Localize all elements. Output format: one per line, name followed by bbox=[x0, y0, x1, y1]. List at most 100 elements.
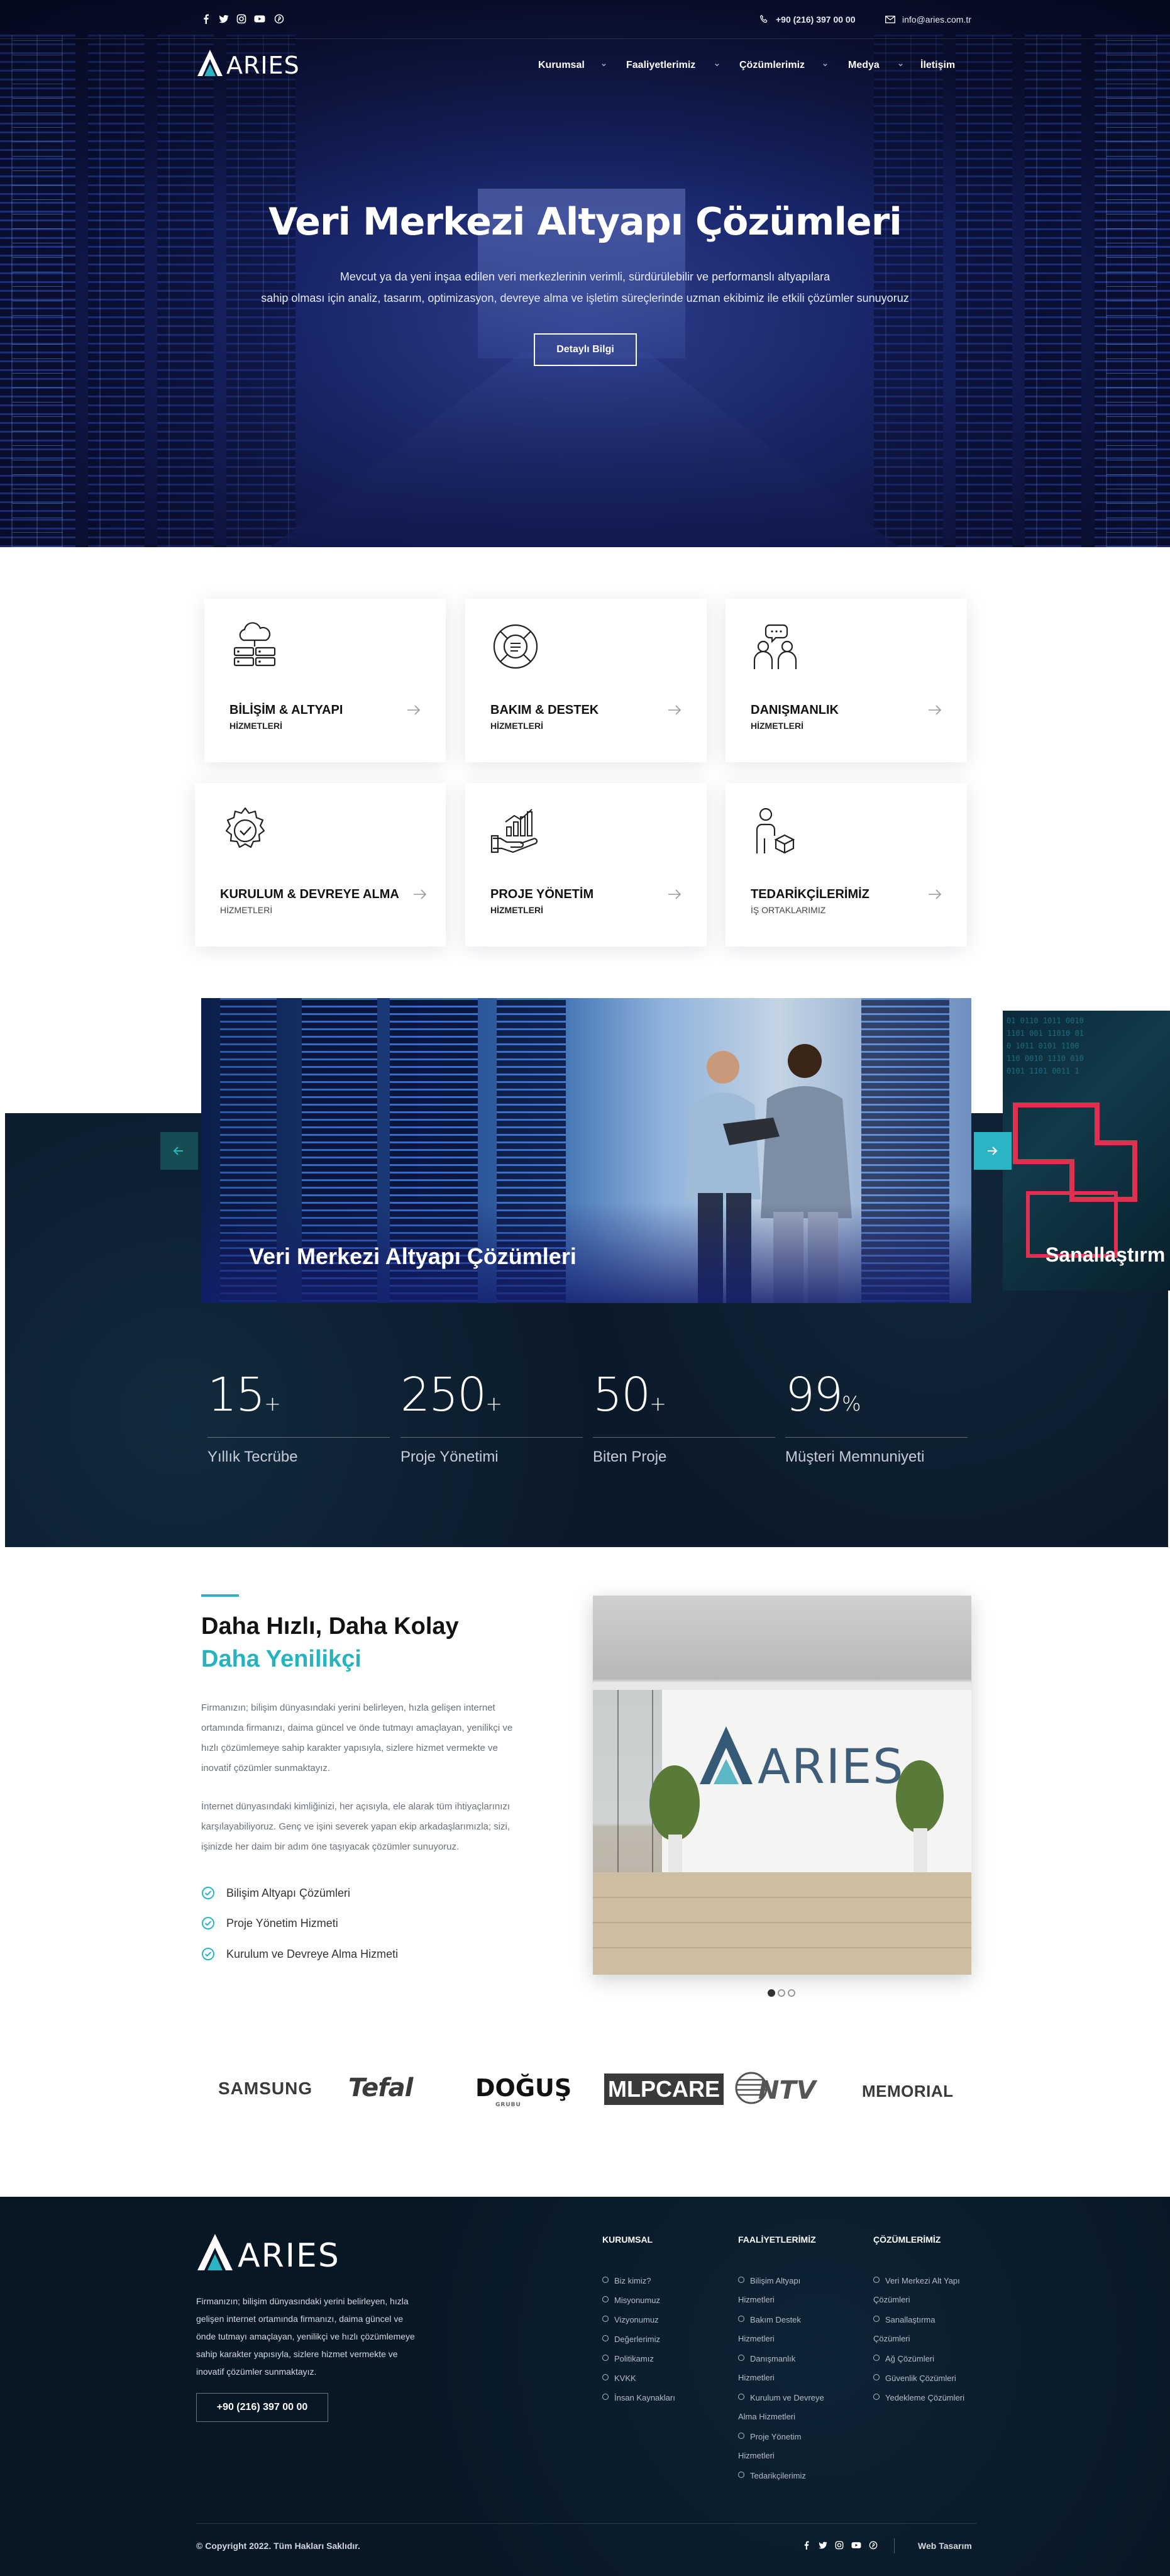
email-icon bbox=[885, 16, 895, 23]
footer-link-continued[interactable]: Çözümleri bbox=[873, 2295, 910, 2304]
chevron-down-icon bbox=[602, 64, 606, 67]
service-title: PROJE YÖNETİM bbox=[490, 887, 594, 901]
stat-label: Yıllık Tecrübe bbox=[207, 1448, 298, 1465]
arrow-right-icon bbox=[668, 705, 682, 715]
footer-link[interactable]: Sanallaştırma bbox=[873, 2310, 935, 2329]
footer-link[interactable]: Değerlerimiz bbox=[602, 2329, 660, 2349]
footer-link[interactable]: Bakım Destek bbox=[738, 2310, 801, 2329]
footer-about-text: Firmanızın; bilişim dünyasındaki yerini … bbox=[196, 2296, 415, 2377]
svg-text:1101 001 11010 01: 1101 001 11010 01 bbox=[1007, 1029, 1084, 1038]
brand-logo-dogus: DOĞUŞ GRUBU bbox=[475, 2074, 572, 2108]
slider-slide-next[interactable]: 01 0110 1011 0010 1101 001 11010 01 0 1011… bbox=[1003, 1011, 1170, 1291]
footer-link[interactable]: Misyonumuz bbox=[602, 2290, 660, 2310]
nav-medya[interactable]: Medya bbox=[848, 60, 880, 71]
footer-link[interactable]: Proje Yönetim bbox=[738, 2427, 801, 2446]
footer-link[interactable]: Tedarikçilerimiz bbox=[738, 2466, 806, 2485]
slider-next-button[interactable] bbox=[974, 1132, 1012, 1170]
service-subtitle: İŞ ORTAKLARIMIZ bbox=[751, 905, 826, 915]
hero-detail-button[interactable]: Detaylı Bilgi bbox=[534, 333, 637, 366]
footer-col-title: KURUMSAL bbox=[602, 2235, 653, 2245]
footer-link[interactable]: Biz kimiz? bbox=[602, 2271, 651, 2290]
gear-check-icon bbox=[225, 807, 265, 848]
svg-text:NTV: NTV bbox=[758, 2076, 818, 2105]
facebook-icon[interactable] bbox=[802, 2541, 811, 2550]
instagram-icon[interactable] bbox=[835, 2541, 844, 2550]
check-circle-icon bbox=[202, 1887, 214, 1899]
nav-kurumsal[interactable]: Kurumsal bbox=[538, 60, 585, 71]
slider-slide-active[interactable]: Veri Merkezi Altyapı Çözümleri bbox=[201, 998, 971, 1303]
stat-label: Proje Yönetimi bbox=[400, 1448, 499, 1465]
about-paragraph-2: İnternet dünyasındaki kimliğinizi, her a… bbox=[201, 1801, 510, 1852]
instagram-icon[interactable] bbox=[236, 14, 246, 24]
footer-link[interactable]: Danışmanlık bbox=[738, 2349, 795, 2368]
service-card-kurulum[interactable]: KURULUM & DEVREYE ALMA HİZMETLERİ bbox=[195, 783, 446, 947]
service-subtitle: HİZMETLERİ bbox=[229, 721, 282, 731]
hero-title: Veri Merkezi Altyapı Çözümleri bbox=[268, 200, 902, 244]
footer-link-continued[interactable]: Çözümleri bbox=[873, 2334, 910, 2343]
nav-cozumlerimiz[interactable]: Çözümlerimiz bbox=[739, 60, 805, 71]
footer-col-title: ÇÖZÜMLERİMİZ bbox=[873, 2235, 941, 2245]
footer-link-continued[interactable]: Alma Hizmetleri bbox=[738, 2412, 795, 2421]
slider-prev-button[interactable] bbox=[160, 1132, 198, 1170]
hero-subtitle-line-1: Mevcut ya da yeni inşaa edilen veri merk… bbox=[339, 270, 831, 283]
hero-subtitle-line-2: sahip olması için analiz, tasarım, optim… bbox=[261, 292, 909, 304]
svg-text:ARIES: ARIES bbox=[226, 52, 300, 77]
web-design-credit[interactable]: Web Tasarım bbox=[918, 2541, 972, 2551]
topbar-phone[interactable]: +90 (216) 397 00 00 bbox=[776, 14, 856, 25]
service-card-danismanlik[interactable]: DANIŞMANLIK HİZMETLERİ bbox=[726, 599, 967, 762]
copyright-text: © Copyright 2022. Tüm Hakları Saklıdır. bbox=[196, 2541, 360, 2551]
carousel-dot[interactable] bbox=[788, 1989, 795, 1997]
pinterest-icon[interactable] bbox=[869, 2541, 878, 2550]
youtube-icon[interactable] bbox=[254, 14, 265, 24]
twitter-icon[interactable] bbox=[819, 2541, 827, 2550]
service-card-tedarikciler[interactable]: TEDARİKÇİLERİMİZ İŞ ORTAKLARIMIZ bbox=[726, 783, 967, 947]
footer-logo[interactable]: ARIES bbox=[196, 2233, 348, 2272]
footer-link[interactable]: Veri Merkezi Alt Yapı bbox=[873, 2271, 960, 2290]
facebook-icon[interactable] bbox=[201, 14, 211, 24]
service-card-bakim[interactable]: BAKIM & DESTEK HİZMETLERİ bbox=[465, 599, 707, 762]
footer-link[interactable]: İnsan Kaynakları bbox=[602, 2388, 675, 2407]
carousel-dot-active[interactable] bbox=[768, 1989, 775, 1997]
footer-link[interactable]: Politikamız bbox=[602, 2349, 654, 2368]
footer-link[interactable]: Kurulum ve Devreye bbox=[738, 2388, 824, 2407]
slide-caption-next: Sanallaştırm bbox=[1046, 1243, 1166, 1266]
stat-value: 99 bbox=[785, 1368, 843, 1422]
service-title: BİLİŞİM & ALTYAPI bbox=[229, 703, 343, 717]
carousel-dot[interactable] bbox=[778, 1989, 785, 1997]
svg-text:0 1011 0101 1100: 0 1011 0101 1100 bbox=[1007, 1041, 1079, 1050]
service-subtitle: HİZMETLERİ bbox=[490, 721, 543, 731]
footer-link[interactable]: Güvenlik Çözümleri bbox=[873, 2368, 956, 2388]
service-subtitle: HİZMETLERİ bbox=[220, 905, 273, 915]
footer-link-continued[interactable]: Hizmetleri bbox=[738, 2373, 775, 2382]
site-logo[interactable]: ARIES bbox=[196, 48, 303, 77]
checklist-item: Kurulum ve Devreye Alma Hizmeti bbox=[226, 1948, 399, 1960]
youtube-icon[interactable] bbox=[851, 2541, 861, 2550]
brand-logo-samsung: SAMSUNG bbox=[218, 2079, 313, 2098]
pinterest-icon[interactable] bbox=[274, 14, 284, 24]
brand-logo-ntv: NTV bbox=[734, 2071, 824, 2105]
topbar-email[interactable]: info@aries.com.tr bbox=[902, 14, 971, 25]
footer-col-title: FAALİYETLERİMİZ bbox=[738, 2235, 816, 2245]
service-card-bilisim[interactable]: BİLİŞİM & ALTYAPI HİZMETLERİ bbox=[204, 599, 446, 762]
footer-link-continued[interactable]: Hizmetleri bbox=[738, 2451, 775, 2460]
stat-finished-projects: 50+ Biten Proje bbox=[593, 1368, 775, 1465]
brand-logo-mlpcare: MLPCARE bbox=[604, 2074, 724, 2105]
nav-iletisim[interactable]: İletişim bbox=[920, 60, 955, 71]
footer-link[interactable]: Bilişim Altyapı bbox=[738, 2271, 800, 2290]
twitter-icon[interactable] bbox=[219, 14, 229, 24]
arrow-right-icon bbox=[668, 889, 682, 899]
stat-projects-managed: 250+ Proje Yönetimi bbox=[400, 1368, 583, 1465]
nav-faaliyetlerimiz[interactable]: Faaliyetlerimiz bbox=[626, 60, 695, 71]
footer-link[interactable]: KVKK bbox=[602, 2368, 636, 2388]
footer-link-continued[interactable]: Hizmetleri bbox=[738, 2295, 775, 2304]
footer-link[interactable]: Yedekleme Çözümleri bbox=[873, 2388, 964, 2407]
footer-link-continued[interactable]: Hizmetleri bbox=[738, 2334, 775, 2343]
footer-link[interactable]: Ağ Çözümleri bbox=[873, 2349, 934, 2368]
footer-phone-button[interactable]: +90 (216) 397 00 00 bbox=[196, 2393, 328, 2422]
about-heading-accent: Daha Yenilikçi bbox=[201, 1646, 361, 1672]
service-card-proje[interactable]: PROJE YÖNETİM HİZMETLERİ bbox=[465, 783, 707, 947]
check-circle-icon bbox=[202, 1948, 214, 1960]
top-bar bbox=[0, 0, 1170, 39]
service-title: TEDARİKÇİLERİMİZ bbox=[751, 887, 869, 901]
footer-link[interactable]: Vizyonumuz bbox=[602, 2310, 659, 2329]
